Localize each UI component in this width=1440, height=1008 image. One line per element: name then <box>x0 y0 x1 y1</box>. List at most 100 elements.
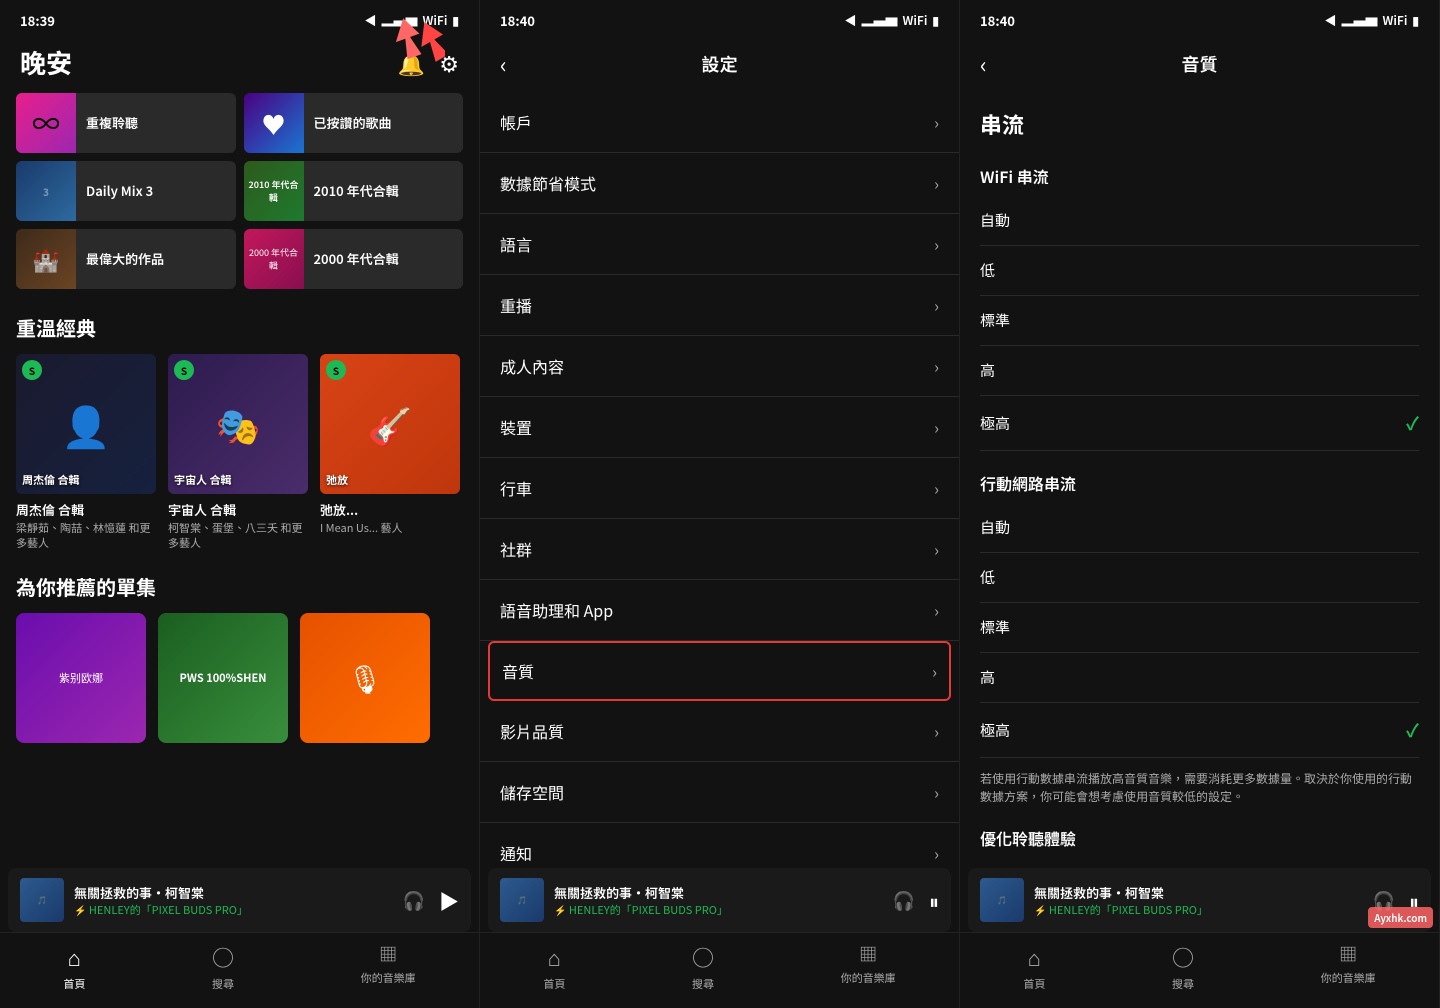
grid-card-greatest[interactable]: 🏰 最偉大的作品 <box>16 229 236 289</box>
heart-icon: ♥ <box>262 106 286 141</box>
nav-search-3[interactable]: ○ 搜尋 <box>1172 941 1194 992</box>
universe-overlay: 宇宙人 合輯 <box>174 472 232 488</box>
play-icon-1[interactable]: ▶ <box>439 886 459 915</box>
now-playing-bar-3[interactable]: 🎵 無關拯救的事・柯智棠 ⚡ HENLEY的「PIXEL BUDS PRO」 🎧… <box>968 868 1431 932</box>
now-playing-bar-1[interactable]: 🎵 無關拯救的事・柯智棠 ⚡ HENLEY的「PIXEL BUDS PRO」 🎧… <box>8 868 471 932</box>
grid-card-2010[interactable]: 2010 年代合輯 2010 年代合輯 <box>244 161 464 221</box>
library-nav-icon-3: ▦ <box>1339 941 1357 967</box>
mobile-option-auto[interactable]: 自動 <box>980 503 1419 553</box>
streaming-section-title: 串流 <box>980 92 1419 152</box>
settings-icon[interactable]: ⚙ <box>439 47 459 79</box>
search-nav-icon-3: ○ <box>1172 941 1194 973</box>
orange-sub: I Mean Us... 藝人 <box>320 521 460 536</box>
explicit-label: 成人內容 <box>500 354 564 378</box>
podcast-card-orange[interactable]: 🎙 <box>300 613 430 743</box>
grid-card-2000[interactable]: 2000 年代合輯 2000 年代合輯 <box>244 229 464 289</box>
classic-section-heading: 重溫經典 <box>0 305 479 354</box>
bluetooth-icon-2: ⚡ <box>554 902 566 917</box>
settings-item-explicit[interactable]: 成人內容 › <box>480 336 959 397</box>
grid-card-daily-mix[interactable]: 3 Daily Mix 3 <box>16 161 236 221</box>
home-header: 晚安 🔔 ⚙ <box>0 36 479 93</box>
settings-item-data-saver[interactable]: 數據節省模式 › <box>480 153 959 214</box>
wifi-auto-label: 自動 <box>980 210 1010 231</box>
mobile-option-very-high[interactable]: 極高 ✓ <box>980 703 1419 758</box>
music-card-orange[interactable]: S 🎸 弛放 弛放... I Mean Us... 藝人 <box>320 354 460 552</box>
auto-quality-toggle-row: 自動調整音質 <box>980 856 1419 868</box>
battery-icon-2: ▮ <box>932 12 939 29</box>
settings-item-account[interactable]: 帳戶 › <box>480 92 959 153</box>
status-icons-1: ◀ ▂▄▆ WiFi ▮ <box>364 12 459 29</box>
nav-search-1[interactable]: ○ 搜尋 <box>212 941 234 992</box>
music-card-universe[interactable]: S 🎭 宇宙人 合輯 宇宙人 合輯 柯智棠、蛋堡、八三夭 和更多藝人 <box>168 354 308 552</box>
video-chevron: › <box>934 719 939 743</box>
bell-icon[interactable]: 🔔 <box>398 47 425 79</box>
headphone-icon-2[interactable]: 🎧 <box>893 887 915 913</box>
nav-library-3[interactable]: ▦ 你的音樂庫 <box>1321 941 1376 992</box>
greatest-thumb: 🏰 <box>16 229 76 289</box>
voice-label: 語音助理和 App <box>500 598 613 622</box>
wifi-standard-label: 標準 <box>980 310 1010 331</box>
settings-item-repeat[interactable]: 重播 › <box>480 275 959 336</box>
mobile-low-label: 低 <box>980 567 995 588</box>
settings-item-voice[interactable]: 語音助理和 App › <box>480 580 959 641</box>
nav-home-2[interactable]: ⌂ 首頁 <box>543 941 565 992</box>
back-button-settings[interactable]: ‹ <box>500 48 507 80</box>
settings-item-audio[interactable]: 音質 › <box>488 641 951 701</box>
headphone-icon-1[interactable]: 🎧 <box>403 887 425 913</box>
nav-library-1[interactable]: ▦ 你的音樂庫 <box>361 941 416 992</box>
device-label: 裝置 <box>500 415 532 439</box>
nav-home-1[interactable]: ⌂ 首頁 <box>63 941 85 992</box>
settings-item-device[interactable]: 裝置 › <box>480 397 959 458</box>
repeat-label: 重複聆聽 <box>76 115 148 132</box>
2000-label: 2000 年代合輯 <box>304 251 409 268</box>
settings-item-notification[interactable]: 通知 › <box>480 823 959 868</box>
podcast-card-purple[interactable]: 紫别欧娜 <box>16 613 146 743</box>
pause-icon-2[interactable]: ⏸ <box>929 886 939 915</box>
wifi-icon-2: WiFi <box>903 12 928 29</box>
mobile-option-low[interactable]: 低 <box>980 553 1419 603</box>
audio-label: 音質 <box>502 659 534 683</box>
jay-label: 周杰倫 合輯 <box>16 500 156 519</box>
mobile-auto-label: 自動 <box>980 517 1010 538</box>
grid-card-liked[interactable]: ♥ 已按讚的歌曲 <box>244 93 464 153</box>
wifi-option-very-high[interactable]: 極高 ✓ <box>980 396 1419 451</box>
settings-item-storage[interactable]: 儲存空間 › <box>480 762 959 823</box>
back-button-audio[interactable]: ‹ <box>980 48 987 80</box>
jay-img: S 👤 周杰倫 合輯 <box>16 354 156 494</box>
podcast-card-pws[interactable]: PWS 100%SHEN <box>158 613 288 743</box>
spotify-badge-3: S <box>326 360 346 380</box>
wifi-low-label: 低 <box>980 260 995 281</box>
wifi-option-standard[interactable]: 標準 <box>980 296 1419 346</box>
np-info-3: 無關拯救的事・柯智棠 ⚡ HENLEY的「PIXEL BUDS PRO」 <box>1034 883 1363 918</box>
wifi-option-low[interactable]: 低 <box>980 246 1419 296</box>
home-nav-icon-1: ⌂ <box>68 941 81 973</box>
wifi-high-label: 高 <box>980 360 995 381</box>
np-thumb-2: 🎵 <box>500 878 544 922</box>
audio-content: 串流 WiFi 串流 自動 低 標準 高 極高 ✓ 行動網路串流 自動 低 標準 <box>960 92 1439 868</box>
jay-art: 👤 <box>61 395 111 453</box>
nav-home-3[interactable]: ⌂ 首頁 <box>1023 941 1045 992</box>
settings-item-language[interactable]: 語言 › <box>480 214 959 275</box>
mobile-option-standard[interactable]: 標準 <box>980 603 1419 653</box>
nav-library-2[interactable]: ▦ 你的音樂庫 <box>841 941 896 992</box>
nav-search-2[interactable]: ○ 搜尋 <box>692 941 714 992</box>
status-bar-3: 18:40 ◀ ▂▄▆ WiFi ▮ <box>960 0 1439 36</box>
settings-item-social[interactable]: 社群 › <box>480 519 959 580</box>
mobile-option-high[interactable]: 高 <box>980 653 1419 703</box>
jay-overlay: 周杰倫 合輯 <box>22 472 80 488</box>
np-device-2: ⚡ HENLEY的「PIXEL BUDS PRO」 <box>554 902 883 918</box>
now-playing-bar-2[interactable]: 🎵 無關拯救的事・柯智棠 ⚡ HENLEY的「PIXEL BUDS PRO」 🎧… <box>488 868 951 932</box>
music-card-jay[interactable]: S 👤 周杰倫 合輯 周杰倫 合輯 梁靜茹、陶喆、林憶蓮 和更多藝人 <box>16 354 156 552</box>
settings-item-video[interactable]: 影片品質 › <box>480 701 959 762</box>
wifi-option-high[interactable]: 高 <box>980 346 1419 396</box>
grid-card-repeat[interactable]: ∞ 重複聆聽 <box>16 93 236 153</box>
np-thumb-3: 🎵 <box>980 878 1024 922</box>
settings-item-car[interactable]: 行車 › <box>480 458 959 519</box>
purple-podcast-img: 紫别欧娜 <box>16 613 146 743</box>
wifi-option-auto[interactable]: 自動 <box>980 196 1419 246</box>
status-icons-3: ◀ ▂▄▆ WiFi ▮ <box>1324 12 1419 29</box>
repeat-thumb: ∞ <box>16 93 76 153</box>
np-controls-2: 🎧 ⏸ <box>893 886 939 915</box>
universe-art: 🎭 <box>216 398 261 450</box>
repeat-icon: ∞ <box>32 103 60 143</box>
